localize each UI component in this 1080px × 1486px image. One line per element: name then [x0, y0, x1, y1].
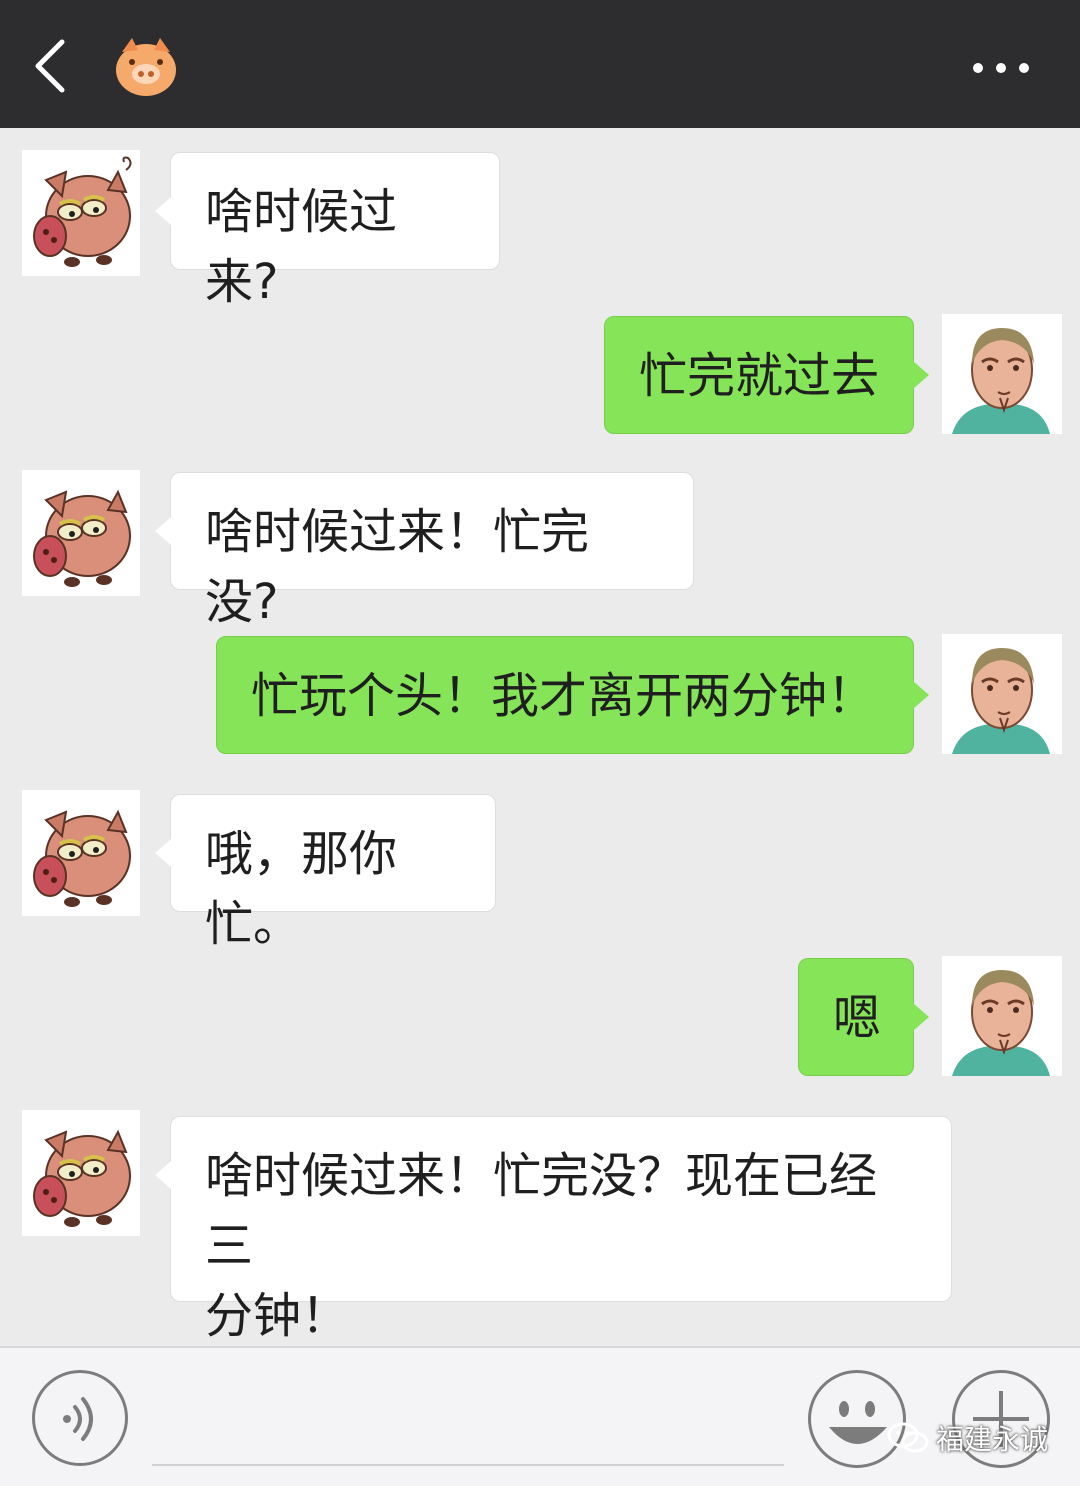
man-avatar[interactable] [942, 314, 1062, 434]
pig-avatar[interactable] [22, 150, 140, 276]
pig-avatar-icon [33, 1129, 131, 1227]
message-bubble-incoming[interactable]: 啥时候过来！忙完没? [155, 472, 694, 630]
chevron-left-icon[interactable] [28, 36, 76, 96]
man-avatar-icon [942, 314, 1062, 434]
message-text: 啥时候过来? [205, 184, 398, 310]
message-text-line: 啥时候过来！忙完没？现在已经三 [205, 1148, 878, 1274]
input-bar [0, 1346, 1080, 1486]
message-bubble-outgoing[interactable]: 忙玩个头！我才离开两分钟！ [216, 636, 929, 754]
man-avatar[interactable] [942, 634, 1062, 754]
message-text-line: 分钟！ [205, 1288, 350, 1344]
pig-avatar[interactable] [22, 470, 140, 596]
message-bubble-incoming[interactable]: 啥时候过来? [155, 152, 500, 310]
pig-face-icon [116, 38, 176, 96]
watermark: 福建永诚 [886, 1418, 1048, 1458]
message-bubble-incoming[interactable]: 啥时候过来！忙完没？现在已经三 分钟！ [155, 1116, 952, 1344]
man-avatar-icon [942, 956, 1062, 1076]
wechat-icon [887, 1422, 929, 1453]
pig-avatar-icon [33, 809, 131, 907]
message-text: 嗯 [833, 990, 882, 1046]
message-text: 哦，那你忙。 [205, 826, 398, 952]
man-avatar-icon [942, 634, 1062, 754]
man-avatar[interactable] [942, 956, 1062, 1076]
watermark-text: 福建永诚 [936, 1423, 1049, 1456]
chat-header [0, 0, 1080, 128]
message-bubble-incoming[interactable]: 哦，那你忙。 [155, 794, 496, 952]
message-bubble-outgoing[interactable]: 忙完就过去 [604, 316, 929, 434]
message-text: 啥时候过来！忙完没? [205, 504, 590, 630]
pig-avatar[interactable] [22, 790, 140, 916]
message-input[interactable] [152, 1464, 784, 1466]
pig-avatar[interactable] [22, 1110, 140, 1236]
message-bubble-outgoing[interactable]: 嗯 [798, 958, 929, 1076]
message-list: 啥时候过来? 忙完就过去 啥时候过来！忙完没? 忙玩个头！我才离开两分钟！ 哦，… [0, 128, 1080, 1346]
message-text: 忙完就过去 [639, 348, 880, 404]
voice-button[interactable] [32, 1370, 128, 1466]
pig-avatar-icon [33, 489, 131, 587]
pig-avatar-icon [33, 156, 132, 267]
message-text: 忙玩个头！我才离开两分钟！ [251, 668, 876, 724]
voice-icon [63, 1397, 93, 1441]
more-dots-icon[interactable] [966, 56, 1036, 80]
